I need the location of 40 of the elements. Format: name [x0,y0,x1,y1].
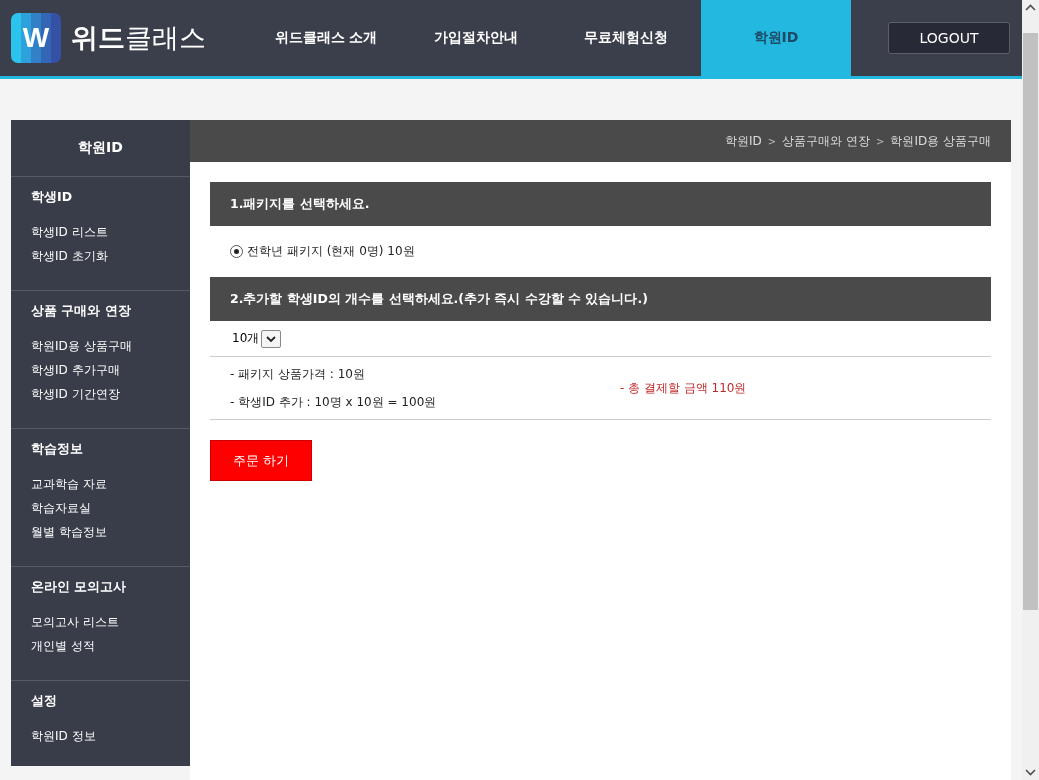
dropdown-button[interactable] [261,329,282,348]
radio-button[interactable] [230,245,243,258]
section-header: 2.추가할 학생ID의 개수를 선택하세요.(추가 즉시 수강할 수 있습니다.) [210,277,991,321]
scrollbar-thumb[interactable] [1023,33,1038,610]
sidebar-heading: 학생ID [31,188,74,206]
sidebar-heading: 설정 [31,692,58,710]
sidebar-heading: 온라인 모의고사 [31,578,128,596]
sidebar-link[interactable]: 교과학습 자료 [31,472,190,496]
nav-tab[interactable]: 학원ID [701,0,851,76]
price-line: - 패키지 상품가격 : 10원 [230,366,366,383]
sidebar-link[interactable]: 학생ID 기간연장 [31,382,190,406]
breadcrumb-separator: > [767,135,777,147]
breadcrumb-link[interactable]: 상품구매와 연장 [782,132,870,150]
sidebar-link[interactable]: 모의고사 리스트 [31,610,190,634]
sidebar-link[interactable]: 개인별 성적 [31,634,190,658]
breadcrumb-link[interactable]: 학원ID [725,132,762,150]
nav-tab[interactable]: 무료체험신청 [551,0,701,76]
radio-label[interactable]: 전학년 패키지 (현재 0명) 10원 [247,243,415,260]
sidebar-link[interactable]: 학원ID용 상품구매 [31,334,190,358]
sidebar-link[interactable]: 학원ID 정보 [31,724,190,748]
sidebar-link[interactable]: 학생ID 리스트 [31,220,190,244]
logo-text[interactable]: 위드클래스 [71,20,206,56]
total-amount: - 총 결제할 금액 110원 [620,379,747,397]
scrollbar[interactable] [1022,0,1039,780]
sidebar-link[interactable]: 학습자료실 [31,496,190,520]
section-header: 1.패키지를 선택하세요. [210,182,991,226]
sidebar-link[interactable]: 학생ID 초기화 [31,244,190,268]
nav-tab[interactable]: 가입절차안내 [401,0,551,76]
order-button[interactable]: 주문 하기 [210,440,312,481]
nav-tab[interactable]: 위드클래스 소개 [251,0,401,76]
sidebar-link[interactable]: 학생ID 추가구매 [31,358,190,382]
logout-button[interactable]: LOGOUT [888,22,1010,54]
sidebar-heading: 상품 구매와 연장 [31,302,132,320]
breadcrumb-separator: > [876,135,885,147]
price-line: - 학생ID 추가 : 10명 x 10원 = 100원 [230,394,438,411]
sidebar-link[interactable]: 월별 학습정보 [31,520,190,544]
breadcrumb-link[interactable]: 학원ID용 상품구매 [890,132,991,150]
count-value: 10개 [232,330,260,347]
logo-icon[interactable]: W [11,13,61,63]
sidebar-heading: 학습정보 [31,440,84,458]
